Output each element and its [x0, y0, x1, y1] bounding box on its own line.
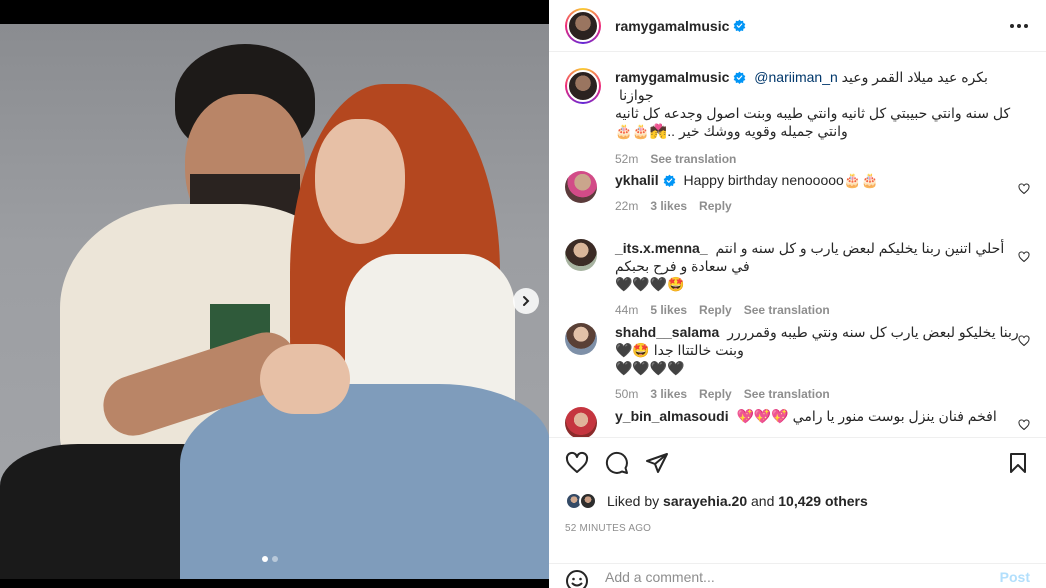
commenter-avatar[interactable]	[565, 171, 597, 203]
likes-summary: Liked by sarayehia.20 and 10,429 others	[565, 490, 868, 512]
carousel-indicator	[262, 556, 278, 562]
post-media	[0, 0, 549, 588]
see-translation-link[interactable]: See translation	[650, 150, 736, 168]
comment-like-heart-icon[interactable]	[1018, 335, 1030, 347]
comment-text: ربنا يخليكو لبعض يارب كل سنه ونتي طيبه و…	[727, 324, 1019, 340]
commenter-avatar[interactable]	[565, 323, 597, 355]
author-username[interactable]: ramygamalmusic	[615, 18, 729, 34]
caption-text-line2: كل سنه وانتي حبيبتي كل ثانيه وانتي طيبه …	[615, 105, 1011, 121]
likes-prefix: Liked by	[607, 493, 660, 509]
verified-badge-icon	[663, 174, 675, 187]
comment-likes[interactable]: 5 likes	[650, 301, 687, 319]
more-options-button[interactable]	[1010, 23, 1028, 28]
comment-username[interactable]: y_bin_almasoudi	[615, 408, 729, 424]
comment-likes[interactable]: 3 likes	[650, 385, 687, 403]
photo-figure-face-2	[315, 119, 405, 244]
chevron-right-icon	[523, 296, 530, 306]
comments-list: ramygamalmusic @nariiman_n بكره عيد ميلا…	[549, 53, 1046, 437]
share-button[interactable]	[645, 451, 669, 475]
commenter-avatar[interactable]	[565, 407, 597, 437]
comment-button[interactable]	[605, 451, 629, 475]
verified-badge-icon	[734, 71, 746, 84]
post-side-panel: ramygamalmusic ramygamalmusic @nariiman_…	[549, 0, 1046, 588]
comment-bubble-icon	[605, 451, 628, 474]
comment-input[interactable]: Add a comment...	[605, 569, 1000, 585]
heart-icon	[565, 451, 589, 473]
comment-username[interactable]: shahd__salama	[615, 324, 719, 340]
comment-text: افخم فنان ينزل بوست منور يا رامي 💖💖💖	[736, 408, 997, 424]
comment-reply-button[interactable]: Reply	[699, 197, 732, 215]
comment-reply-button[interactable]: Reply	[699, 301, 732, 319]
post-timestamp[interactable]: 52 MINUTES AGO	[565, 523, 651, 534]
comment-time[interactable]: 50m	[615, 385, 638, 403]
comment-text: أحلي اتنين ربنا يخليكم لبعض يارب و كل سن…	[715, 240, 1005, 256]
comment-username[interactable]: ykhalil	[615, 172, 659, 188]
comment-text: Happy birthday nenooooo🎂🎂	[683, 172, 879, 188]
photo-figure-jeans	[180, 384, 549, 579]
liker-avatars[interactable]	[565, 490, 601, 512]
verified-badge-icon	[734, 19, 746, 32]
post-photo[interactable]	[0, 24, 549, 579]
author-avatar[interactable]	[565, 7, 601, 44]
comment-like-heart-icon[interactable]	[1018, 419, 1030, 431]
comment-like-heart-icon[interactable]	[1018, 251, 1030, 263]
bookmark-icon	[1010, 452, 1026, 473]
comment-item: shahd__salama ربنا يخليكو لبعض يارب كل س…	[565, 323, 1030, 403]
caption-text-line3: وانتي جميله وقويه ووشك خير ..💏🎂🎂	[615, 123, 848, 139]
post-header: ramygamalmusic	[549, 0, 1046, 52]
add-comment-bar: Add a comment... Post	[549, 563, 1046, 588]
comment-reply-button[interactable]: Reply	[699, 385, 732, 403]
see-translation-link[interactable]: See translation	[744, 385, 830, 403]
post-caption: ramygamalmusic @nariiman_n بكره عيد ميلا…	[565, 68, 1030, 168]
caption-time[interactable]: 52m	[615, 150, 638, 168]
comment-item: ykhalil Happy birthday nenooooo🎂🎂 22m 3 …	[565, 171, 1030, 215]
post-comment-button[interactable]: Post	[1000, 569, 1030, 585]
carousel-dot-active	[262, 556, 268, 562]
caption-avatar[interactable]	[565, 68, 601, 104]
emoji-icon[interactable]	[565, 569, 589, 588]
carousel-dot	[272, 556, 278, 562]
comment-likes[interactable]: 3 likes	[650, 197, 687, 215]
comment-text-line2: وبنت خالتتاا جدا 🤩🖤🖤🖤🖤🖤	[615, 342, 744, 376]
photo-figure-hands	[260, 344, 350, 414]
commenter-avatar[interactable]	[565, 239, 597, 271]
comment-like-heart-icon[interactable]	[1018, 183, 1030, 195]
paper-plane-icon	[646, 452, 668, 473]
comment-time[interactable]: 44m	[615, 301, 638, 319]
caption-username[interactable]: ramygamalmusic	[615, 69, 729, 85]
comment-time[interactable]: 22m	[615, 197, 638, 215]
carousel-next-button[interactable]	[513, 288, 539, 314]
see-translation-link[interactable]: See translation	[744, 301, 830, 319]
save-button[interactable]	[1006, 451, 1030, 475]
likes-connector: and	[751, 493, 775, 509]
like-button[interactable]	[565, 451, 589, 475]
likes-user-link[interactable]: sarayehia.20	[663, 493, 747, 509]
likes-count-link[interactable]: 10,429 others	[778, 493, 868, 509]
comment-text-line2: في سعادة و فرح بحبكم 🤩🖤🖤🖤	[615, 258, 750, 292]
comment-username[interactable]: _its.x.menna_	[615, 240, 708, 256]
post-action-bar	[549, 437, 1046, 487]
comment-item: y_bin_almasoudi افخم فنان ينزل بوست منور…	[565, 407, 1030, 437]
caption-mention-link[interactable]: @nariiman_n	[754, 69, 837, 85]
comment-item: _its.x.menna_ أحلي اتنين ربنا يخليكم لبع…	[565, 239, 1030, 319]
